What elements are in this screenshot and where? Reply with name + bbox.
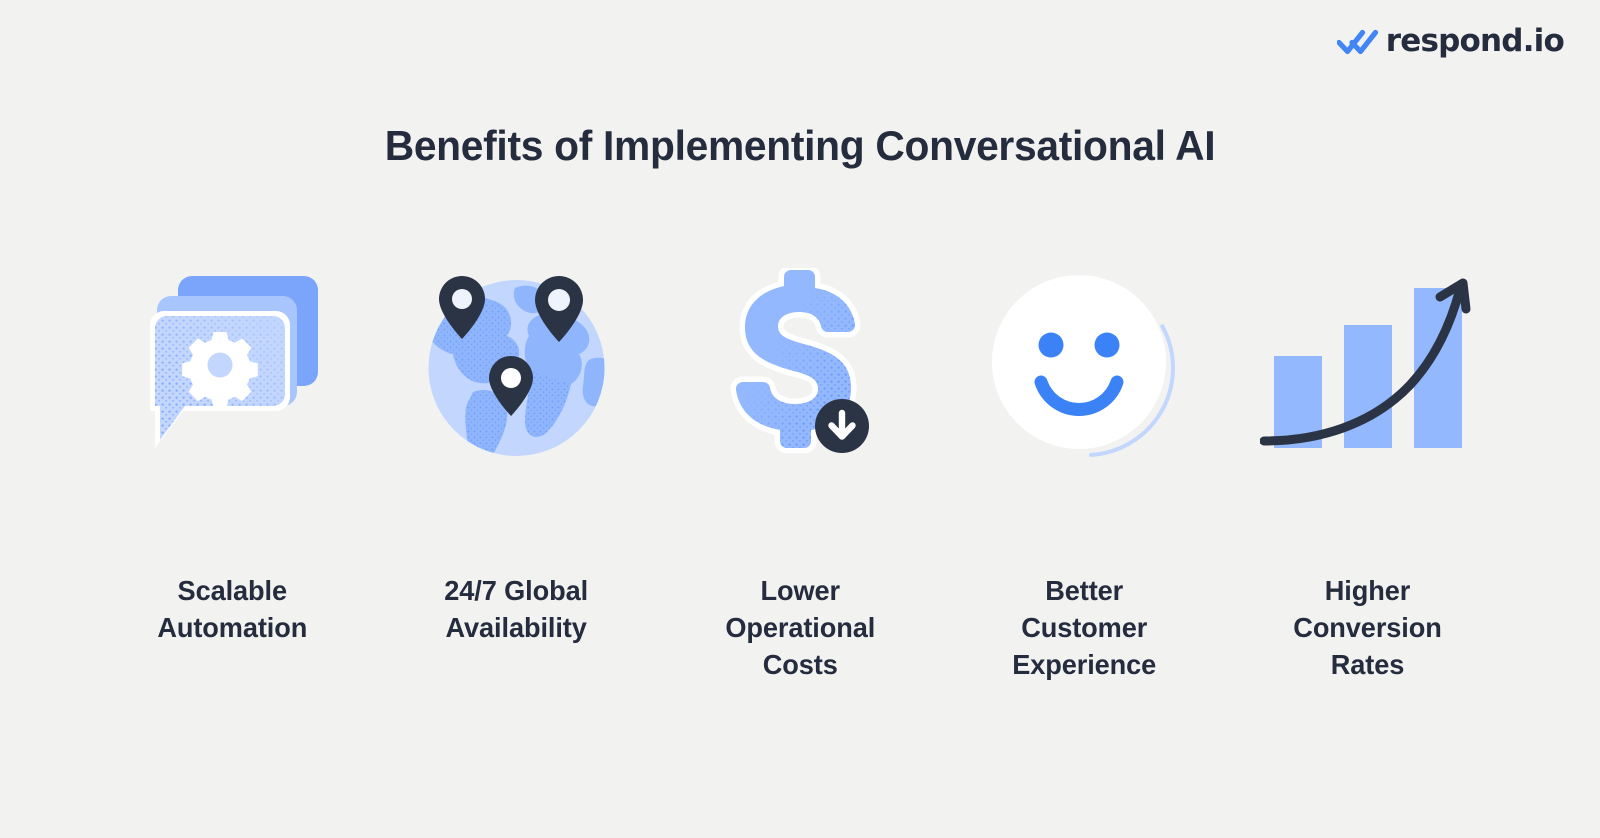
smiley-face-icon — [991, 275, 1175, 457]
benefit-card-conversion-rates: Higher Conversion Rates — [1235, 250, 1500, 684]
icon-container — [685, 250, 915, 480]
benefit-card-customer-experience: Better Customer Experience — [951, 250, 1216, 684]
icon-container — [1253, 250, 1483, 480]
brand-name: respond.io — [1385, 23, 1565, 59]
icon-container — [118, 250, 348, 480]
icon-container — [401, 250, 631, 480]
benefit-label: Scalable Automation — [157, 575, 308, 644]
double-check-icon — [1336, 29, 1378, 54]
benefit-label: 24/7 Global Availability — [444, 575, 589, 644]
page-title: Benefits of Implementing Conversational … — [384, 122, 1216, 170]
benefit-label: Higher Conversion Rates — [1293, 575, 1442, 681]
dollar-down-arrow-icon — [725, 268, 869, 463]
globe-map-pins-icon — [428, 275, 605, 456]
brand-logo: respond.io — [1336, 23, 1565, 59]
gear-icon — [181, 332, 258, 408]
benefit-card-global-availability: 24/7 Global Availability — [384, 250, 649, 646]
icon-container — [969, 250, 1199, 480]
growth-bar-chart-icon — [1260, 278, 1471, 448]
benefit-card-scalable-automation: Scalable Automation — [100, 250, 365, 646]
eye-right-icon — [1094, 332, 1120, 358]
down-arrow-badge-icon — [815, 398, 869, 453]
eye-left-icon — [1038, 332, 1064, 358]
chat-bubbles-gear-icon — [149, 276, 318, 448]
benefits-row: Scalable Automation 24/7 Global Availabi… — [100, 250, 1500, 684]
benefit-label: Better Customer Experience — [1011, 575, 1156, 681]
benefit-label: Lower Operational Costs — [725, 575, 875, 681]
benefit-card-lower-costs: Lower Operational Costs — [668, 250, 933, 684]
